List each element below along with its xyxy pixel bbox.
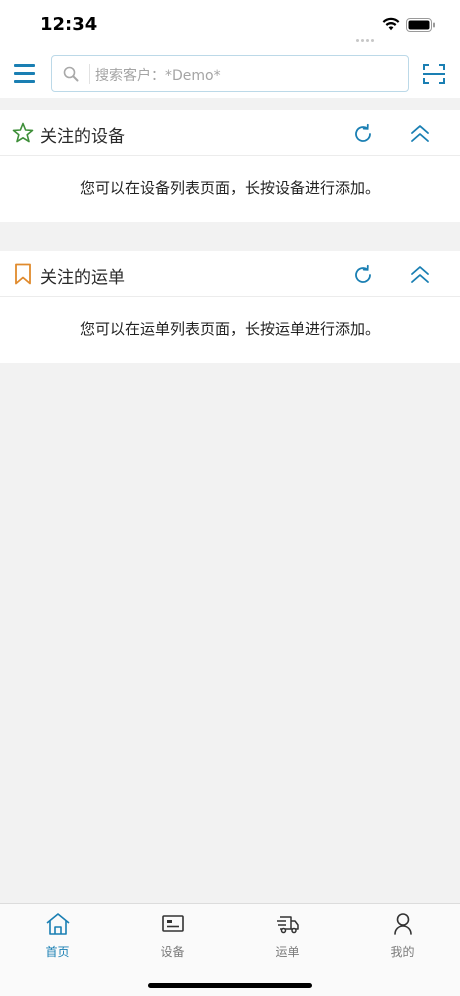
battery-icon	[406, 17, 436, 36]
bottom-tab-bar: 首页 设备 运单 我的	[0, 903, 460, 996]
followed-devices-title: 关注的设备	[40, 127, 125, 147]
scan-icon[interactable]	[422, 62, 446, 90]
search-input[interactable]: 搜索客户：*Demo*	[51, 55, 409, 92]
followed-devices-card: 关注的设备 您可以在设备列表页面，长按设备进行添加。	[0, 110, 460, 222]
tab-waybills-label: 运单	[275, 945, 300, 959]
tab-home[interactable]: 首页	[0, 904, 115, 964]
collapse-chevron-icon[interactable]	[409, 123, 431, 149]
tab-home-label: 首页	[45, 945, 70, 959]
status-bar: 12:34	[0, 0, 460, 50]
tab-me[interactable]: 我的	[345, 904, 460, 964]
search-icon	[63, 66, 79, 86]
device-card-icon	[160, 912, 186, 936]
followed-waybills-card: 关注的运单 您可以在运单列表页面，长按运单进行添加。	[0, 251, 460, 363]
home-screen: 12:34 搜索客户：*Demo* 关注的设备 您可以在设备列表页面，长按设备进…	[0, 0, 460, 996]
bookmark-icon	[12, 263, 34, 289]
wifi-icon	[382, 16, 400, 35]
followed-waybills-empty-message: 您可以在运单列表页面，长按运单进行添加。	[79, 320, 380, 338]
status-time: 12:34	[40, 14, 98, 35]
hamburger-menu-icon[interactable]	[14, 64, 38, 86]
home-indicator	[148, 983, 312, 988]
refresh-icon[interactable]	[352, 264, 374, 290]
collapse-chevron-icon[interactable]	[409, 264, 431, 290]
followed-waybills-body: 您可以在运单列表页面，长按运单进行添加。	[0, 297, 460, 363]
refresh-icon[interactable]	[352, 123, 374, 149]
followed-waybills-header: 关注的运单	[0, 251, 460, 297]
search-placeholder: 搜索客户：*Demo*	[95, 68, 221, 84]
followed-devices-empty-message: 您可以在设备列表页面，长按设备进行添加。	[79, 179, 380, 197]
tab-devices-label: 设备	[160, 945, 185, 959]
followed-devices-header: 关注的设备	[0, 110, 460, 156]
home-icon	[45, 912, 71, 936]
truck-icon	[275, 912, 301, 936]
followed-waybills-title: 关注的运单	[40, 268, 125, 288]
tab-waybills[interactable]: 运单	[230, 904, 345, 964]
search-divider	[89, 64, 90, 84]
top-header: 搜索客户：*Demo*	[0, 50, 460, 98]
cellular-signal-icon	[356, 27, 376, 42]
tab-me-label: 我的	[390, 945, 415, 959]
star-icon	[12, 122, 34, 148]
followed-devices-body: 您可以在设备列表页面，长按设备进行添加。	[0, 156, 460, 222]
user-icon	[390, 912, 416, 936]
tab-devices[interactable]: 设备	[115, 904, 230, 964]
